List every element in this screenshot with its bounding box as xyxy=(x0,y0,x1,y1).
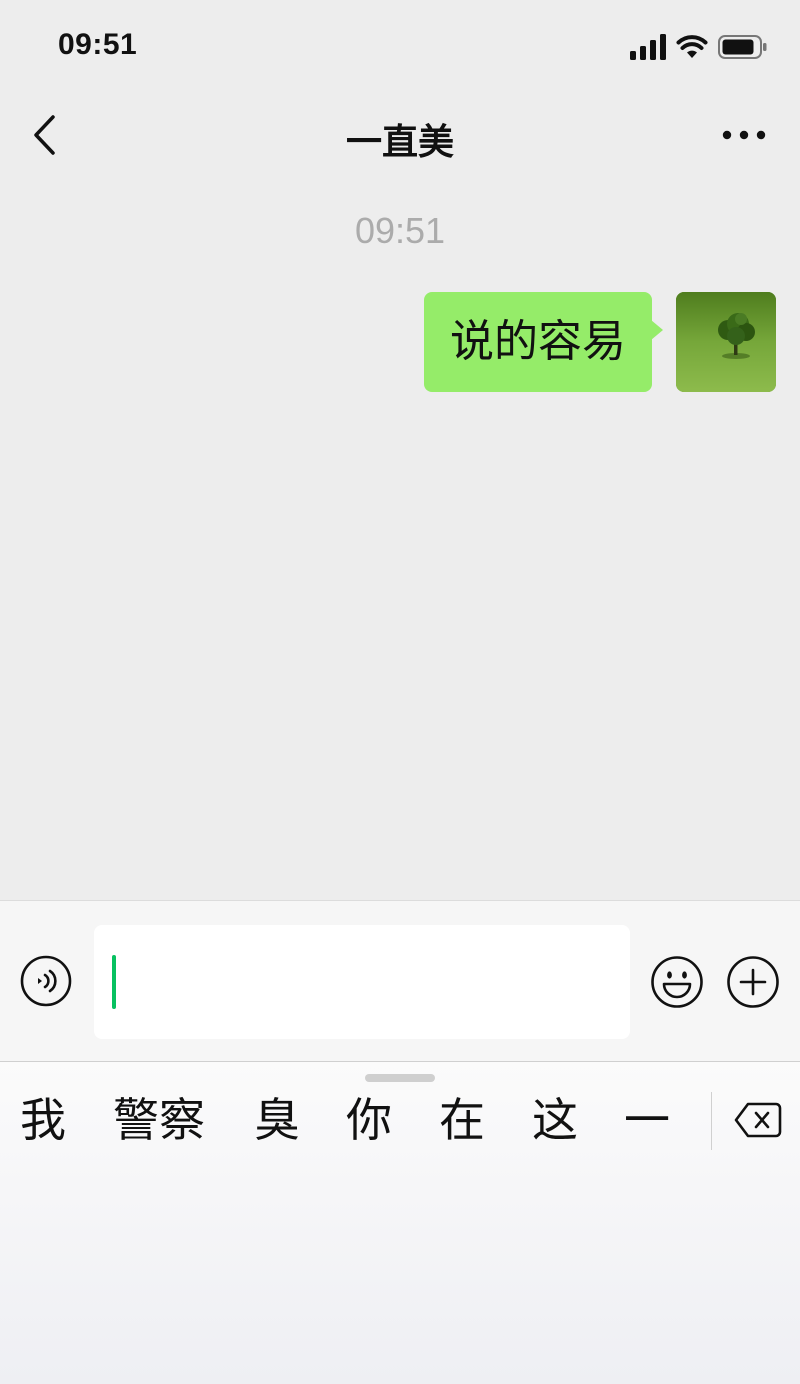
message-row: 说的容易 xyxy=(424,292,776,392)
message-input[interactable] xyxy=(94,925,630,1039)
emoji-icon[interactable] xyxy=(650,955,704,1009)
nav-bar: 一直美 xyxy=(0,95,800,175)
keyboard: 我 警察 臭 你 在 这 一 xyxy=(0,1062,800,1384)
more-button[interactable] xyxy=(718,117,770,153)
candidate-word[interactable]: 这 xyxy=(532,1090,578,1150)
cellular-signal-icon xyxy=(630,34,666,60)
input-bar xyxy=(0,900,800,1062)
more-dots-icon xyxy=(722,130,766,140)
candidate-word[interactable]: 你 xyxy=(346,1090,392,1150)
chat-area[interactable]: 09:51 说的容易 xyxy=(0,175,800,900)
backspace-icon[interactable] xyxy=(734,1100,782,1140)
voice-icon[interactable] xyxy=(20,955,72,1007)
plus-icon[interactable] xyxy=(726,955,780,1009)
candidate-word[interactable]: 警察 xyxy=(113,1090,205,1150)
candidate-word[interactable]: 我 xyxy=(20,1090,66,1150)
chat-title: 一直美 xyxy=(345,122,454,163)
text-cursor xyxy=(112,955,116,1009)
message-timestamp: 09:51 xyxy=(354,210,446,251)
candidate-word[interactable]: 臭 xyxy=(254,1090,300,1150)
status-bar: 09:51 xyxy=(0,0,800,95)
status-time: 09:51 xyxy=(58,28,138,61)
candidate-divider xyxy=(711,1092,712,1150)
status-icons xyxy=(630,34,768,60)
candidate-word[interactable]: 在 xyxy=(439,1090,485,1150)
candidate-word[interactable]: 一 xyxy=(624,1090,670,1150)
battery-icon xyxy=(718,35,767,59)
wifi-icon xyxy=(676,35,708,58)
keyboard-drag-handle[interactable] xyxy=(365,1074,435,1082)
tree-avatar-image xyxy=(676,292,776,392)
tree-avatar[interactable] xyxy=(676,292,776,392)
message-bubble[interactable]: 说的容易 xyxy=(424,292,663,392)
